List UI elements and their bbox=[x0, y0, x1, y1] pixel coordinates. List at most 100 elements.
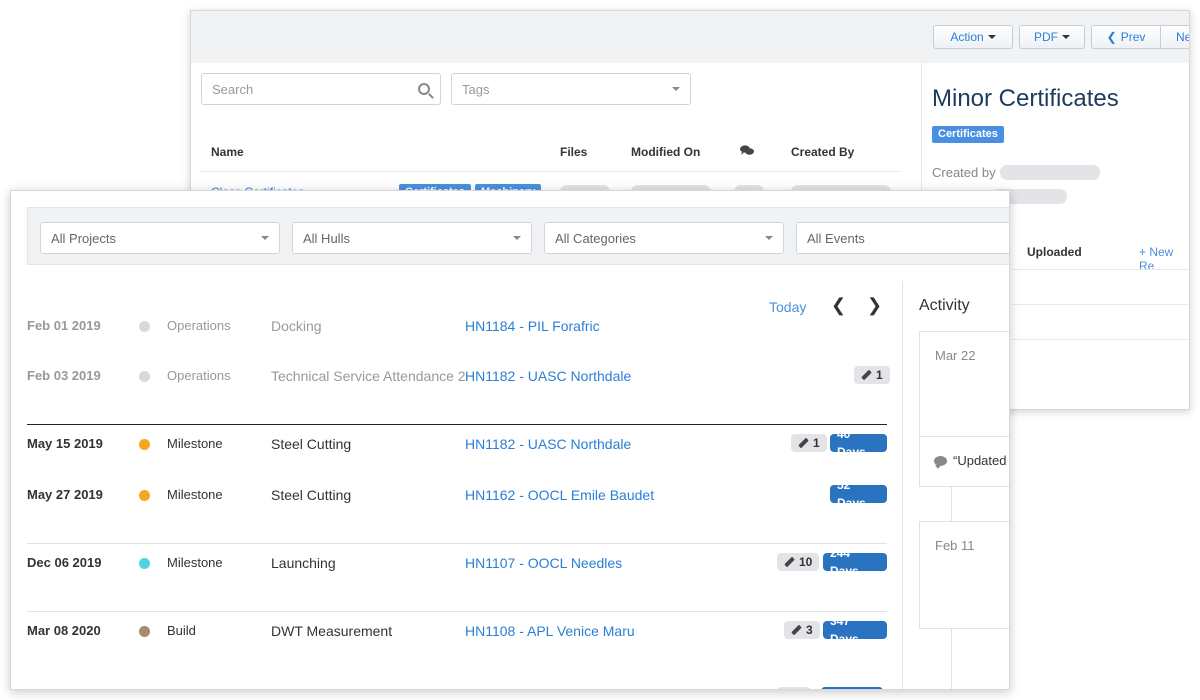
column-header-files[interactable]: Files bbox=[560, 145, 587, 159]
comment-count-pill[interactable]: 1 bbox=[854, 366, 890, 384]
column-header-modified[interactable]: Modified On bbox=[631, 145, 700, 159]
activity-card[interactable]: Feb 11 bbox=[919, 521, 1009, 629]
hull-link[interactable]: HN1162 - OOCL Emile Baudet bbox=[465, 487, 654, 503]
search-input[interactable]: Search bbox=[201, 73, 441, 105]
event-date: May 27 2019 bbox=[27, 487, 103, 502]
event-name: Launching bbox=[271, 555, 336, 571]
action-button[interactable]: Action bbox=[933, 25, 1013, 49]
events-filter[interactable]: All Events bbox=[796, 222, 1009, 254]
event-date: Feb 03 2019 bbox=[27, 368, 101, 383]
row-divider bbox=[1012, 269, 1189, 270]
comment-count: 10 bbox=[799, 555, 813, 569]
categories-filter[interactable]: All Categories bbox=[544, 222, 784, 254]
projects-filter[interactable]: All Projects bbox=[40, 222, 280, 254]
hulls-filter[interactable]: All Hulls bbox=[292, 222, 532, 254]
pencil-icon bbox=[798, 437, 809, 449]
event-name: Steel Cutting bbox=[271, 487, 352, 503]
caret-down-icon bbox=[1062, 35, 1070, 39]
activity-comment[interactable]: “Updated bbox=[919, 437, 1009, 487]
pdf-button[interactable]: PDF bbox=[1019, 25, 1085, 49]
event-category: Milestone bbox=[167, 487, 223, 502]
uploaded-column-header[interactable]: Uploaded bbox=[1027, 245, 1082, 259]
comment-count: 3 bbox=[806, 623, 813, 637]
filter-label: All Categories bbox=[555, 230, 636, 246]
today-divider bbox=[27, 424, 887, 425]
month-divider bbox=[27, 543, 887, 544]
activity-date: Mar 22 bbox=[935, 348, 976, 363]
event-row[interactable]: Feb 01 2019 Operations Docking HN1184 - PIL… bbox=[27, 311, 887, 341]
created-by-label: Created by bbox=[932, 165, 996, 180]
row-divider bbox=[1012, 304, 1189, 305]
row-divider bbox=[1012, 339, 1189, 340]
comments-column-icon[interactable] bbox=[740, 145, 754, 159]
search-placeholder: Search bbox=[212, 81, 254, 97]
pencil-icon bbox=[791, 624, 802, 636]
event-category: Milestone bbox=[167, 436, 223, 451]
filter-label: All Hulls bbox=[303, 230, 350, 246]
caret-down-icon bbox=[987, 35, 996, 39]
timeline-list: Today ❮ ❯ Feb 01 2019 Operations Docking HN… bbox=[11, 281, 901, 689]
filter-label: All Projects bbox=[51, 230, 117, 246]
category-dot-icon bbox=[139, 321, 150, 332]
filter-bar: All Projects All Hulls All Categories Al… bbox=[27, 207, 1009, 265]
action-button-label: Action bbox=[950, 30, 984, 44]
pencil-icon bbox=[861, 369, 872, 381]
hull-link[interactable]: HN1107 - OOCL Needles bbox=[465, 555, 622, 571]
prev-button-label: Prev bbox=[1120, 30, 1146, 44]
loading-placeholder bbox=[1000, 165, 1100, 180]
document-title: Minor Certificates bbox=[932, 85, 1119, 112]
pdf-button-label: PDF bbox=[1034, 30, 1058, 44]
chevron-left-icon: ❮ bbox=[1106, 30, 1117, 44]
comment-count-pill[interactable]: 1 bbox=[791, 434, 827, 452]
header-divider bbox=[201, 171, 901, 172]
event-row[interactable]: May 15 2019 Milestone Steel Cutting HN1182 … bbox=[27, 427, 887, 459]
hull-link[interactable]: HN1108 - APL Venice Maru bbox=[465, 623, 635, 639]
days-pill: 40 Days bbox=[830, 427, 887, 459]
event-category: Operations bbox=[167, 318, 231, 333]
hull-link[interactable]: HN1184 - PIL Forafric bbox=[465, 318, 600, 334]
comment-icon bbox=[934, 455, 947, 469]
event-name: Steel Cutting bbox=[271, 436, 352, 452]
comment-count-pill bbox=[777, 687, 811, 689]
timeline-window: All Projects All Hulls All Categories Al… bbox=[10, 190, 1010, 690]
next-button-label: Ne bbox=[1176, 30, 1190, 44]
activity-card[interactable]: Mar 22 bbox=[919, 331, 1009, 437]
comment-count-pill[interactable]: 10 bbox=[777, 553, 820, 571]
event-category: Build bbox=[167, 623, 196, 638]
chevron-down-icon bbox=[765, 236, 773, 240]
hull-link[interactable]: HN1182 - UASC Northdale bbox=[465, 436, 631, 452]
event-date: Feb 01 2019 bbox=[27, 318, 101, 333]
timeline-connector bbox=[951, 629, 952, 689]
document-toolbar: Action PDF ❮ Prev Ne bbox=[191, 11, 1190, 63]
category-dot-icon bbox=[139, 439, 150, 450]
event-row[interactable]: Dec 06 2019 Milestone Launching HN1107 - OO… bbox=[27, 546, 887, 578]
prev-button[interactable]: ❮ Prev bbox=[1091, 25, 1161, 49]
event-date: Dec 06 2019 bbox=[27, 555, 102, 570]
event-row[interactable]: Feb 03 2019 Operations Technical Service A… bbox=[27, 361, 890, 391]
event-date: May 15 2019 bbox=[27, 436, 103, 451]
tag-badge: Certificates bbox=[932, 126, 1004, 143]
comment-count-pill[interactable]: 3 bbox=[784, 621, 820, 639]
event-row[interactable]: Mar 08 2020 Build DWT Measurement HN1108 - … bbox=[27, 614, 887, 646]
event-name: Docking bbox=[271, 318, 322, 334]
days-pill bbox=[821, 687, 883, 689]
activity-title: Activity bbox=[919, 297, 970, 314]
tags-select[interactable]: Tags bbox=[451, 73, 691, 105]
column-header-created-by[interactable]: Created By bbox=[791, 145, 854, 159]
event-name: Technical Service Attendance 2 bbox=[271, 368, 466, 384]
activity-date: Feb 11 bbox=[935, 538, 975, 553]
tags-placeholder: Tags bbox=[462, 81, 490, 97]
chevron-down-icon bbox=[513, 236, 521, 240]
event-row[interactable]: May 27 2019 Milestone Steel Cutting HN1162 … bbox=[27, 478, 887, 510]
search-icon bbox=[418, 83, 430, 95]
activity-panel: Activity Mar 22 “Updated Feb 11 bbox=[902, 281, 1009, 689]
activity-quote-text: “Updated bbox=[953, 453, 1007, 468]
event-category: Operations bbox=[167, 368, 231, 383]
activity-quote: “Updated bbox=[934, 453, 1007, 469]
category-dot-icon bbox=[139, 371, 150, 382]
pencil-icon bbox=[784, 556, 795, 568]
next-button[interactable]: Ne bbox=[1160, 25, 1190, 49]
column-header-name[interactable]: Name bbox=[211, 145, 244, 159]
hull-link[interactable]: HN1182 - UASC Northdale bbox=[465, 368, 631, 384]
event-category: Milestone bbox=[167, 555, 223, 570]
